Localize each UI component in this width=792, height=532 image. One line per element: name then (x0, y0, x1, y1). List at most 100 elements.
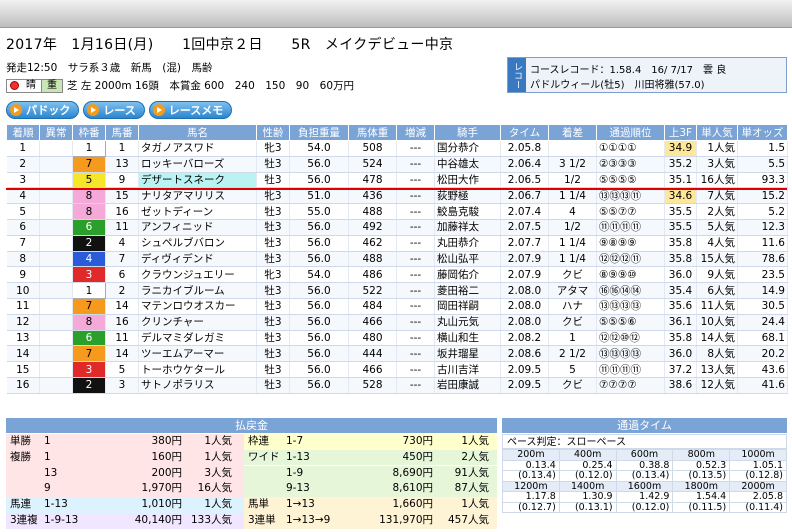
laptime-cell: 1600m (615, 480, 674, 492)
cell-horse-name[interactable]: デザートスネーク (138, 172, 257, 189)
combination: 1-9-13 (44, 514, 79, 526)
cell-jockey[interactable]: 藤岡佑介 (434, 266, 501, 284)
cell-horse-name[interactable]: クラウンジュエリー (138, 266, 257, 284)
cell-last-3f: 35.2 (664, 156, 697, 173)
cell-popularity: 2人気 (696, 203, 738, 220)
cell-horse-name[interactable]: タガノアスワド (138, 140, 257, 157)
laptime-cell: 200m (502, 449, 560, 461)
cell-odds: 5.2 (737, 203, 788, 220)
laptime-cell: 2.05.8 (729, 491, 787, 503)
result-row: 16 2 3 サトノポラリス 牡3 56.0 528 --- 岩田康誠 2.09.5 クビ ⑦⑦⑦⑦ 3… (6, 377, 788, 394)
payout-popularity: 1人気 (204, 498, 232, 511)
cell-weight-diff: --- (396, 377, 435, 394)
cell-popularity: 6人気 (696, 282, 738, 299)
laptime-row: 200m 400m 600m 800m 1000m (502, 449, 787, 461)
payout-row: 3連単 1→13→9 131,970円 457人気 (244, 513, 497, 529)
cell-horse-name[interactable]: サトノポラリス (138, 377, 257, 394)
cell-jockey[interactable]: 丸山元気 (434, 314, 501, 331)
cell-last-3f: 35.8 (664, 251, 697, 268)
cell-weight-diff: --- (396, 282, 435, 299)
cell-time: 2.07.9 (500, 266, 549, 284)
cell-weight-carried: 55.0 (289, 203, 349, 220)
cell-time: 2.07.7 (500, 235, 549, 252)
cell-sex-age: 牡3 (256, 377, 290, 394)
cell-last-3f: 35.6 (664, 298, 697, 315)
cell-jockey[interactable]: 荻野極 (434, 187, 501, 205)
cell-rank: 5 (6, 203, 40, 220)
cell-horse-name[interactable]: シュペルブバロン (138, 235, 257, 252)
cell-jockey[interactable]: 国分恭介 (434, 140, 501, 157)
column-header: 着差 (548, 124, 597, 141)
laptime-row: (0.12.7) (0.13.1) (0.12.0) (0.11.5) (0.11.4) (502, 501, 787, 513)
cell-waku: 3 (72, 361, 106, 378)
cell-abnormal (39, 314, 73, 331)
laptime-cell: 1.54.4 (672, 491, 731, 503)
cell-jockey[interactable]: 坂井瑠星 (434, 345, 501, 363)
race-video-button[interactable]: レース (83, 101, 145, 119)
race-memo-button[interactable]: レースメモ (148, 101, 233, 119)
payout-amount: 1,010円 (141, 498, 182, 511)
cell-horse-name[interactable]: マテンロウオスカー (138, 298, 257, 315)
cell-margin: 1/2 (548, 172, 597, 189)
cell-horse-name[interactable]: ツーエムアーマー (138, 345, 257, 363)
laptime-cell: (0.12.7) (502, 501, 560, 513)
result-row: 14 7 14 ツーエムアーマー 牡3 56.0 444 --- 坂井瑠星 2.08.6 2 1/2… (6, 345, 788, 363)
payout-row: 9 1,970円 16人気 (6, 481, 244, 497)
column-header: 馬名 (138, 124, 257, 141)
cell-weight-carried: 56.0 (289, 251, 349, 268)
cell-margin: 2 1/2 (548, 345, 597, 363)
cell-horse-name[interactable]: デルマミダレガミ (138, 330, 257, 347)
cell-sex-age: 牝3 (256, 266, 290, 284)
cell-abnormal (39, 330, 73, 347)
cell-jockey[interactable]: 岩田康誠 (434, 377, 501, 394)
result-row: 5 8 16 ゼットディーン 牡3 55.0 488 --- 鮫島克駿 2.07.4 4 ⑤⑤⑦⑦ 35… (6, 203, 788, 220)
cell-umaban: 3 (105, 377, 139, 394)
cell-jockey[interactable]: 菱田裕二 (434, 282, 501, 299)
paddock-button[interactable]: パドック (6, 101, 80, 119)
cell-jockey[interactable]: 鮫島克駿 (434, 203, 501, 220)
laptime-row: 0.13.4 0.25.4 0.38.8 0.52.3 1.05.1 (502, 459, 787, 471)
result-row: 7 2 4 シュペルブバロン 牡3 56.0 462 --- 丸田恭介 2.07.7 1 1/4 ⑨⑧… (6, 235, 788, 252)
cell-passing-order: ⑬⑬⑬⑬ (596, 298, 665, 315)
cell-waku: 7 (72, 345, 106, 363)
cell-passing-order: ⑨⑧⑨⑨ (596, 235, 665, 252)
cell-waku: 6 (72, 219, 106, 236)
cell-jockey[interactable]: 古川吉洋 (434, 361, 501, 378)
cell-jockey[interactable]: 横山和生 (434, 330, 501, 347)
cell-umaban: 5 (105, 361, 139, 378)
cell-jockey[interactable]: 加藤祥太 (434, 219, 501, 236)
payout-popularity: 1人気 (204, 450, 232, 463)
cell-horse-name[interactable]: クリンチャー (138, 314, 257, 331)
cell-jockey[interactable]: 中谷雄太 (434, 156, 501, 173)
cell-jockey[interactable]: 丸田恭介 (434, 235, 501, 252)
cell-jockey[interactable]: 岡田祥嗣 (434, 298, 501, 315)
cell-horse-name[interactable]: ディヴィデンド (138, 251, 257, 268)
cell-horse-name[interactable]: トーホウケタール (138, 361, 257, 378)
cell-weight-carried: 56.0 (289, 172, 349, 189)
cell-abnormal (39, 219, 73, 236)
bet-type: ワイド (248, 450, 280, 463)
cell-umaban: 1 (105, 140, 139, 157)
cell-weight-diff: --- (396, 219, 435, 236)
cell-popularity: 15人気 (696, 251, 738, 268)
result-row: 3 5 9 デザートスネーク 牡3 56.0 478 --- 松田大作 2.06.5 1/2 ⑤⑤⑤⑤… (6, 172, 788, 189)
cell-horse-name[interactable]: ナリタアマリリス (138, 187, 257, 205)
cell-last-3f: 35.5 (664, 203, 697, 220)
cell-weight-carried: 56.0 (289, 298, 349, 315)
cell-time: 2.06.5 (500, 172, 549, 189)
results-header-row: 着順 異常 枠番 馬番 馬名 性齢 負担重量 馬体重 増減 騎手 タイム 着差 通過順位 上3F 単人気 単オ… (6, 124, 788, 141)
combination: 1 (44, 450, 51, 463)
cell-horse-name[interactable]: ゼットディーン (138, 203, 257, 220)
result-row: 2 7 13 ロッキーバローズ 牡3 56.0 524 --- 中谷雄太 2.06.4 3 1/2 ②… (6, 156, 788, 173)
cell-weight-diff: --- (396, 156, 435, 173)
cell-horse-name[interactable]: ラニカイブルーム (138, 282, 257, 299)
cell-horse-name[interactable]: アンフィニッド (138, 219, 257, 236)
cell-horse-name[interactable]: ロッキーバローズ (138, 156, 257, 173)
cell-jockey[interactable]: 松山弘平 (434, 251, 501, 268)
cell-weight-diff: --- (396, 298, 435, 315)
cell-time: 2.06.4 (500, 156, 549, 173)
cell-rank: 15 (6, 361, 40, 378)
ground-label: 重 (41, 79, 62, 92)
cell-waku: 8 (72, 203, 106, 220)
cell-jockey[interactable]: 松田大作 (434, 172, 501, 189)
